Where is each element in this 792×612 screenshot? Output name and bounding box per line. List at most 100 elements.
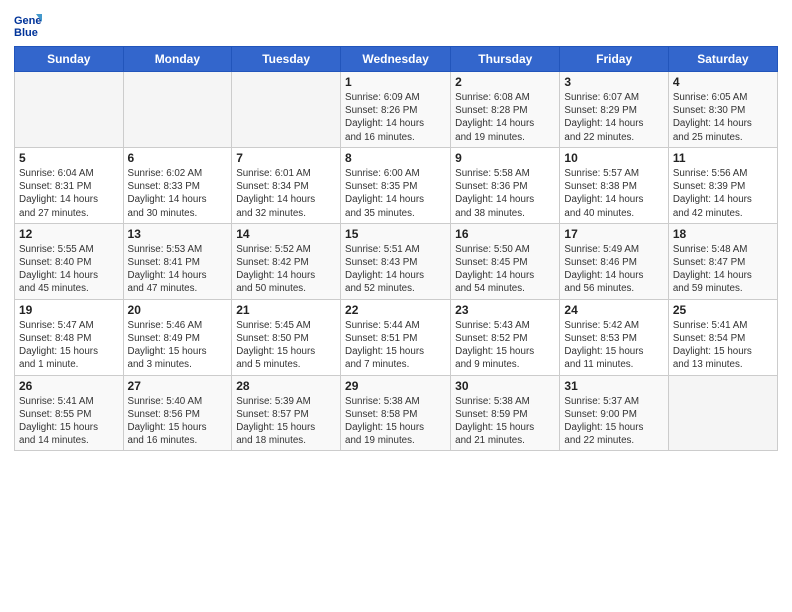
calendar-week-row: 5Sunrise: 6:04 AM Sunset: 8:31 PM Daylig… — [15, 147, 778, 223]
weekday-header-wednesday: Wednesday — [341, 47, 451, 72]
calendar-cell: 25Sunrise: 5:41 AM Sunset: 8:54 PM Dayli… — [668, 299, 777, 375]
cell-info-text: Sunrise: 6:01 AM Sunset: 8:34 PM Dayligh… — [236, 167, 336, 220]
calendar-cell: 13 Sunrise: 5:53 AM Sunset: 8:41 PM Dayli… — [123, 223, 232, 299]
cell-day-number: 30 — [455, 379, 555, 393]
page-header: General Blue — [14, 10, 778, 38]
weekday-header-saturday: Saturday — [668, 47, 777, 72]
calendar-cell: 4Sunrise: 6:05 AM Sunset: 8:30 PM Daylig… — [668, 72, 777, 148]
calendar-cell: 3 Sunrise: 6:07 AM Sunset: 8:29 PM Daylig… — [560, 72, 668, 148]
cell-day-number: 22 — [345, 303, 446, 317]
cell-day-number: 31 — [564, 379, 663, 393]
cell-day-number: 5 — [19, 151, 119, 165]
cell-info-text: Sunrise: 5:42 AM Sunset: 8:53 PM Dayligh… — [564, 319, 663, 372]
calendar-cell: 27 Sunrise: 5:40 AM Sunset: 8:56 PM Dayli… — [123, 375, 232, 451]
calendar-page: General Blue SundayMondayTuesdayWednesda… — [0, 0, 792, 612]
calendar-week-row: 1Sunrise: 6:09 AM Sunset: 8:26 PM Daylig… — [15, 72, 778, 148]
cell-day-number: 15 — [345, 227, 446, 241]
cell-day-number: 10 — [564, 151, 663, 165]
calendar-cell — [123, 72, 232, 148]
calendar-cell: 23 Sunrise: 5:43 AM Sunset: 8:52 PM Dayli… — [451, 299, 560, 375]
cell-info-text: Sunrise: 5:50 AM Sunset: 8:45 PM Dayligh… — [455, 243, 555, 296]
calendar-cell: 12 Sunrise: 5:55 AM Sunset: 8:40 PM Dayli… — [15, 223, 124, 299]
cell-info-text: Sunrise: 6:02 AM Sunset: 8:33 PM Dayligh… — [128, 167, 228, 220]
cell-day-number: 7 — [236, 151, 336, 165]
calendar-cell: 21 Sunrise: 5:45 AM Sunset: 8:50 PM Dayli… — [232, 299, 341, 375]
calendar-cell: 28 Sunrise: 5:39 AM Sunset: 8:57 PM Dayli… — [232, 375, 341, 451]
calendar-cell: 29Sunrise: 5:38 AM Sunset: 8:58 PM Dayli… — [341, 375, 451, 451]
calendar-cell — [232, 72, 341, 148]
cell-day-number: 16 — [455, 227, 555, 241]
cell-info-text: Sunrise: 5:39 AM Sunset: 8:57 PM Dayligh… — [236, 395, 336, 448]
calendar-week-row: 19 Sunrise: 5:47 AM Sunset: 8:48 PM Dayli… — [15, 299, 778, 375]
cell-day-number: 13 — [128, 227, 228, 241]
cell-info-text: Sunrise: 5:51 AM Sunset: 8:43 PM Dayligh… — [345, 243, 446, 296]
calendar-cell: 7 Sunrise: 6:01 AM Sunset: 8:34 PM Daylig… — [232, 147, 341, 223]
cell-info-text: Sunrise: 5:49 AM Sunset: 8:46 PM Dayligh… — [564, 243, 663, 296]
calendar-cell — [668, 375, 777, 451]
calendar-cell: 26Sunrise: 5:41 AM Sunset: 8:55 PM Dayli… — [15, 375, 124, 451]
cell-info-text: Sunrise: 5:58 AM Sunset: 8:36 PM Dayligh… — [455, 167, 555, 220]
logo: General Blue — [14, 10, 48, 38]
calendar-table: SundayMondayTuesdayWednesdayThursdayFrid… — [14, 46, 778, 451]
calendar-cell: 18 Sunrise: 5:48 AM Sunset: 8:47 PM Dayli… — [668, 223, 777, 299]
calendar-cell: 2 Sunrise: 6:08 AM Sunset: 8:28 PM Daylig… — [451, 72, 560, 148]
cell-day-number: 29 — [345, 379, 446, 393]
cell-day-number: 9 — [455, 151, 555, 165]
cell-day-number: 28 — [236, 379, 336, 393]
cell-day-number: 6 — [128, 151, 228, 165]
calendar-cell: 14 Sunrise: 5:52 AM Sunset: 8:42 PM Dayli… — [232, 223, 341, 299]
cell-info-text: Sunrise: 5:48 AM Sunset: 8:47 PM Dayligh… — [673, 243, 773, 296]
calendar-cell: 17 Sunrise: 5:49 AM Sunset: 8:46 PM Dayli… — [560, 223, 668, 299]
cell-info-text: Sunrise: 5:57 AM Sunset: 8:38 PM Dayligh… — [564, 167, 663, 220]
calendar-cell: 15 Sunrise: 5:51 AM Sunset: 8:43 PM Dayli… — [341, 223, 451, 299]
weekday-header-sunday: Sunday — [15, 47, 124, 72]
cell-info-text: Sunrise: 6:07 AM Sunset: 8:29 PM Dayligh… — [564, 91, 663, 144]
cell-day-number: 27 — [128, 379, 228, 393]
cell-day-number: 12 — [19, 227, 119, 241]
cell-day-number: 24 — [564, 303, 663, 317]
cell-info-text: Sunrise: 5:37 AM Sunset: 9:00 PM Dayligh… — [564, 395, 663, 448]
calendar-cell: 20 Sunrise: 5:46 AM Sunset: 8:49 PM Dayli… — [123, 299, 232, 375]
calendar-cell: 24 Sunrise: 5:42 AM Sunset: 8:53 PM Dayli… — [560, 299, 668, 375]
cell-info-text: Sunrise: 5:47 AM Sunset: 8:48 PM Dayligh… — [19, 319, 119, 372]
calendar-week-row: 12 Sunrise: 5:55 AM Sunset: 8:40 PM Dayli… — [15, 223, 778, 299]
calendar-cell: 9 Sunrise: 5:58 AM Sunset: 8:36 PM Daylig… — [451, 147, 560, 223]
cell-info-text: Sunrise: 6:05 AM Sunset: 8:30 PM Dayligh… — [673, 91, 773, 144]
cell-day-number: 3 — [564, 75, 663, 89]
calendar-cell: 16 Sunrise: 5:50 AM Sunset: 8:45 PM Dayli… — [451, 223, 560, 299]
cell-day-number: 23 — [455, 303, 555, 317]
cell-info-text: Sunrise: 5:52 AM Sunset: 8:42 PM Dayligh… — [236, 243, 336, 296]
cell-info-text: Sunrise: 5:56 AM Sunset: 8:39 PM Dayligh… — [673, 167, 773, 220]
cell-info-text: Sunrise: 5:55 AM Sunset: 8:40 PM Dayligh… — [19, 243, 119, 296]
calendar-week-row: 26Sunrise: 5:41 AM Sunset: 8:55 PM Dayli… — [15, 375, 778, 451]
cell-info-text: Sunrise: 6:08 AM Sunset: 8:28 PM Dayligh… — [455, 91, 555, 144]
cell-info-text: Sunrise: 5:45 AM Sunset: 8:50 PM Dayligh… — [236, 319, 336, 372]
cell-info-text: Sunrise: 5:53 AM Sunset: 8:41 PM Dayligh… — [128, 243, 228, 296]
cell-info-text: Sunrise: 5:46 AM Sunset: 8:49 PM Dayligh… — [128, 319, 228, 372]
cell-day-number: 17 — [564, 227, 663, 241]
cell-info-text: Sunrise: 5:43 AM Sunset: 8:52 PM Dayligh… — [455, 319, 555, 372]
cell-info-text: Sunrise: 6:00 AM Sunset: 8:35 PM Dayligh… — [345, 167, 446, 220]
cell-info-text: Sunrise: 5:40 AM Sunset: 8:56 PM Dayligh… — [128, 395, 228, 448]
calendar-cell: 19 Sunrise: 5:47 AM Sunset: 8:48 PM Dayli… — [15, 299, 124, 375]
cell-day-number: 2 — [455, 75, 555, 89]
svg-text:Blue: Blue — [14, 27, 38, 38]
calendar-cell: 10 Sunrise: 5:57 AM Sunset: 8:38 PM Dayli… — [560, 147, 668, 223]
cell-info-text: Sunrise: 5:41 AM Sunset: 8:54 PM Dayligh… — [673, 319, 773, 372]
cell-day-number: 1 — [345, 75, 446, 89]
cell-day-number: 21 — [236, 303, 336, 317]
calendar-cell: 22 Sunrise: 5:44 AM Sunset: 8:51 PM Dayli… — [341, 299, 451, 375]
cell-info-text: Sunrise: 5:44 AM Sunset: 8:51 PM Dayligh… — [345, 319, 446, 372]
cell-day-number: 20 — [128, 303, 228, 317]
svg-text:General: General — [14, 15, 42, 27]
calendar-cell: 8Sunrise: 6:00 AM Sunset: 8:35 PM Daylig… — [341, 147, 451, 223]
weekday-header-thursday: Thursday — [451, 47, 560, 72]
weekday-header-friday: Friday — [560, 47, 668, 72]
cell-day-number: 14 — [236, 227, 336, 241]
calendar-cell: 11 Sunrise: 5:56 AM Sunset: 8:39 PM Dayli… — [668, 147, 777, 223]
cell-day-number: 19 — [19, 303, 119, 317]
cell-day-number: 18 — [673, 227, 773, 241]
cell-day-number: 11 — [673, 151, 773, 165]
calendar-cell: 31 Sunrise: 5:37 AM Sunset: 9:00 PM Dayli… — [560, 375, 668, 451]
cell-day-number: 26 — [19, 379, 119, 393]
